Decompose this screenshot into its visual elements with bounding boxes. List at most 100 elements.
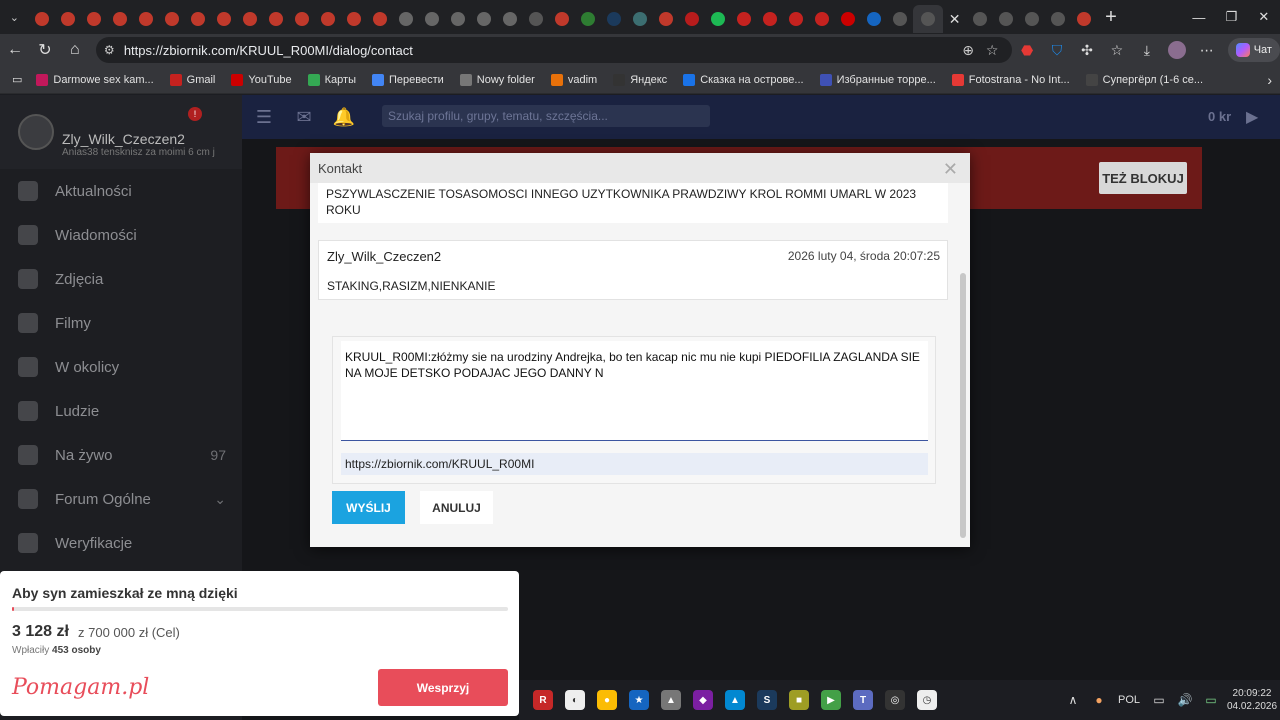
profile-url-field[interactable]: https://zbiornik.com/KRUUL_R00MI: [341, 453, 928, 475]
adblock-extension-icon[interactable]: ⬣: [1012, 34, 1042, 66]
avatar[interactable]: [18, 114, 54, 150]
tray-overflow-chevron-icon[interactable]: ∧: [1060, 693, 1086, 707]
profile-avatar-icon[interactable]: [1162, 34, 1192, 66]
close-icon[interactable]: ✕: [943, 159, 958, 180]
address-bar[interactable]: ⚙ https://zbiornik.com/KRUUL_R00MI/dialo…: [95, 37, 1013, 63]
browser-tab[interactable]: [887, 5, 913, 33]
chevron-down-icon[interactable]: ⌄: [214, 491, 226, 508]
copilot-chat-button[interactable]: Чат: [1227, 38, 1280, 62]
browser-tab[interactable]: [393, 5, 419, 33]
browser-tab[interactable]: [705, 5, 731, 33]
browser-tab[interactable]: [341, 5, 367, 33]
browser-tab[interactable]: [315, 5, 341, 33]
browser-tab[interactable]: [1019, 5, 1045, 33]
close-tab-icon[interactable]: ✕: [943, 5, 967, 33]
browser-tab[interactable]: [601, 5, 627, 33]
browser-tab[interactable]: [263, 5, 289, 33]
close-window-button[interactable]: ✕: [1248, 0, 1280, 34]
battery-icon[interactable]: ▭: [1198, 693, 1224, 707]
home-button[interactable]: ⌂: [60, 34, 90, 66]
volume-icon[interactable]: 🔊: [1172, 693, 1198, 707]
chat-bubbles-icon[interactable]: ✉: [284, 107, 324, 128]
browser-tab[interactable]: [133, 5, 159, 33]
sidebar-item[interactable]: Forum Ogólne ⌄: [0, 477, 242, 521]
network-icon[interactable]: ▭: [1146, 693, 1172, 707]
address-url[interactable]: https://zbiornik.com/KRUUL_R00MI/dialog/…: [124, 43, 956, 58]
browser-tab[interactable]: [29, 5, 55, 33]
bookmark-item[interactable]: Darmowe sex kam...: [28, 66, 161, 94]
taskbar-app[interactable]: T: [847, 680, 879, 720]
browser-tab[interactable]: [549, 5, 575, 33]
new-tab-button[interactable]: +: [1097, 0, 1126, 34]
hamburger-menu-icon[interactable]: ☰: [244, 107, 284, 128]
profile-name[interactable]: Zly_Wilk_Czeczen2: [62, 131, 185, 147]
browser-tab[interactable]: [55, 5, 81, 33]
bell-icon[interactable]: 🔔: [324, 107, 364, 128]
message-author[interactable]: Zly_Wilk_Czeczen2: [327, 249, 441, 264]
wallet-balance[interactable]: 0 kr: [1208, 109, 1231, 124]
browser-tab[interactable]: [237, 5, 263, 33]
browser-tab[interactable]: [861, 5, 887, 33]
browser-tab[interactable]: [731, 5, 757, 33]
bookmark-item[interactable]: Яндекс: [605, 66, 675, 94]
browser-tab[interactable]: [912, 5, 943, 33]
block-button[interactable]: TEŻ BLOKUJ: [1099, 162, 1187, 194]
taskbar-app[interactable]: ◐: [559, 680, 591, 720]
browser-tab[interactable]: [107, 5, 133, 33]
back-button[interactable]: ←: [0, 34, 30, 66]
pomagam-logo[interactable]: Pomagam.pl: [12, 675, 149, 700]
sidebar-item[interactable]: Wiadomości: [0, 213, 242, 257]
taskbar-app[interactable]: ▶: [815, 680, 847, 720]
sidebar-item[interactable]: Na żywo 97: [0, 433, 242, 477]
browser-tab[interactable]: [757, 5, 783, 33]
sidebar-item[interactable]: Filmy: [0, 301, 242, 345]
browser-tab[interactable]: [627, 5, 653, 33]
taskbar-app[interactable]: ▲: [655, 680, 687, 720]
reload-button[interactable]: ↻: [30, 34, 60, 66]
camera-icon[interactable]: ▶: [1246, 107, 1258, 127]
browser-tab[interactable]: [471, 5, 497, 33]
bookmark-item[interactable]: Избранные торре...: [812, 66, 944, 94]
shield-extension-icon[interactable]: ⛉: [1042, 34, 1072, 66]
taskbar-app[interactable]: ★: [623, 680, 655, 720]
browser-tab[interactable]: [993, 5, 1019, 33]
browser-tab[interactable]: [967, 5, 993, 33]
taskbar-app[interactable]: ■: [783, 680, 815, 720]
fundraiser-title[interactable]: Aby syn zamieszkał ze mną dzięki: [12, 585, 238, 601]
sidebar-item[interactable]: Zdjęcia: [0, 257, 242, 301]
browser-tab[interactable]: [1071, 5, 1097, 33]
sidebar-item[interactable]: Weryfikacje: [0, 521, 242, 565]
browser-tab[interactable]: [575, 5, 601, 33]
zoom-icon[interactable]: ⊕: [956, 42, 980, 59]
bookmark-item[interactable]: Fotostrana - No Int...: [944, 66, 1078, 94]
favorites-icon[interactable]: ☆: [1102, 34, 1132, 66]
cancel-button[interactable]: ANULUJ: [420, 491, 493, 524]
browser-tab[interactable]: [497, 5, 523, 33]
menu-dots-icon[interactable]: ⋯: [1192, 34, 1222, 66]
extensions-puzzle-icon[interactable]: ✣: [1072, 34, 1102, 66]
taskbar-app[interactable]: S: [751, 680, 783, 720]
sidebar-item[interactable]: Aktualności: [0, 169, 242, 213]
message-textarea[interactable]: KRUUL_R00MI:złóżmy sie na urodziny Andre…: [341, 341, 928, 441]
browser-tab[interactable]: [809, 5, 835, 33]
bookmark-item[interactable]: YouTube: [223, 66, 299, 94]
browser-tab[interactable]: [783, 5, 809, 33]
tab-search-chevron-icon[interactable]: ⌄: [0, 0, 29, 34]
downloads-icon[interactable]: ⤓: [1132, 34, 1162, 66]
browser-tab[interactable]: [419, 5, 445, 33]
browser-tab[interactable]: [679, 5, 705, 33]
browser-tab[interactable]: [1045, 5, 1071, 33]
clock[interactable]: 20:09:22 04.02.2026: [1224, 687, 1280, 713]
browser-tab[interactable]: [367, 5, 393, 33]
browser-tab[interactable]: [211, 5, 237, 33]
notification-badge[interactable]: !: [188, 107, 202, 121]
taskbar-app[interactable]: R: [527, 680, 559, 720]
bookmark-item[interactable]: Gmail: [162, 66, 224, 94]
support-button[interactable]: Wesprzyj: [378, 669, 508, 706]
browser-tab[interactable]: [159, 5, 185, 33]
send-button[interactable]: WYŚLIJ: [332, 491, 405, 524]
bookmark-item[interactable]: Карты: [300, 66, 364, 94]
taskbar-app[interactable]: ●: [591, 680, 623, 720]
bookmark-star-icon[interactable]: ☆: [980, 42, 1004, 59]
taskbar-app[interactable]: ◎: [879, 680, 911, 720]
